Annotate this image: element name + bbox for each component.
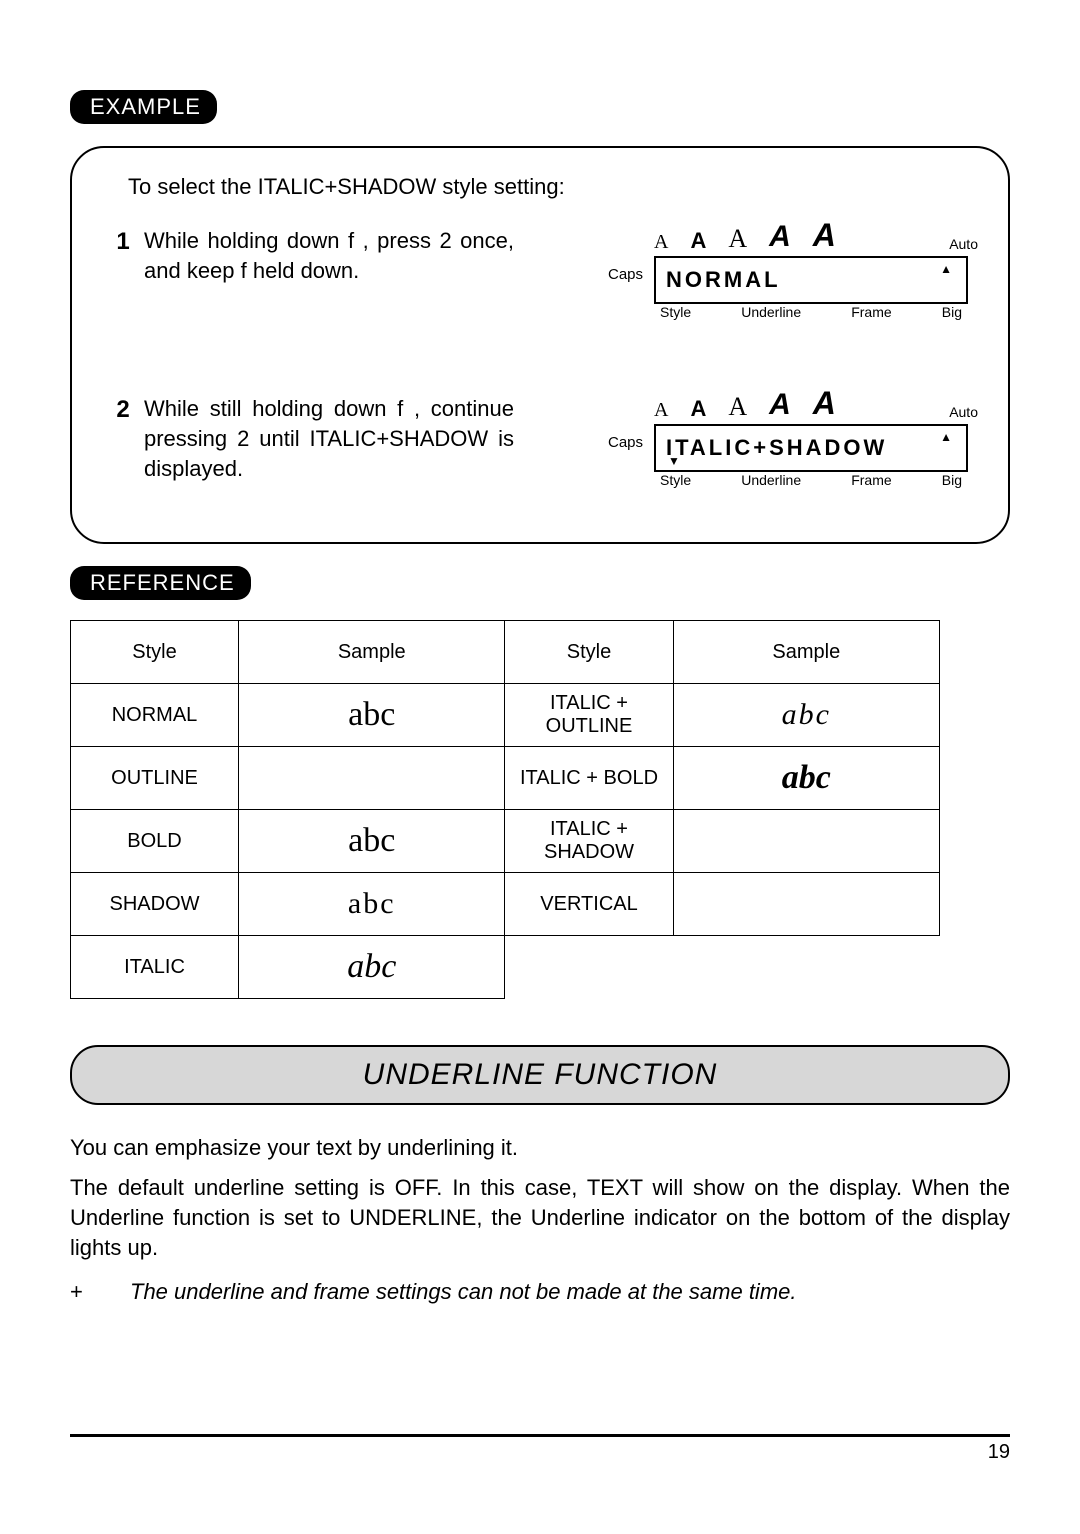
example-box: To select the ITALIC+SHADOW style settin… bbox=[70, 146, 1010, 544]
style-cell: ITALIC + SHADOW bbox=[505, 810, 673, 873]
underline-paragraph-1: You can emphasize your text by underlini… bbox=[70, 1133, 1010, 1163]
lcd-icons: A A A A A bbox=[654, 226, 930, 254]
style-cell: ITALIC + BOLD bbox=[505, 747, 673, 810]
sample-cell: abc bbox=[239, 873, 505, 936]
underline-note: + The underline and frame settings can n… bbox=[70, 1277, 1010, 1307]
step-text: While holding down f , press 2 once, and… bbox=[144, 226, 514, 286]
table-row: BOLD abc ITALIC + SHADOW bbox=[71, 810, 940, 873]
page-number: 19 bbox=[988, 1441, 1010, 1464]
lcd-bottom-underline: Underline bbox=[741, 472, 801, 490]
note-text: The underline and frame settings can not… bbox=[130, 1277, 1010, 1307]
a-glyph-icon: A bbox=[728, 392, 747, 422]
reference-label: REFERENCE bbox=[70, 566, 251, 600]
step-text: While still holding down f , continue pr… bbox=[144, 394, 514, 484]
sample-cell bbox=[673, 810, 939, 873]
sample-cell: abc bbox=[673, 684, 939, 747]
lcd-bottom-underline: Underline bbox=[741, 304, 801, 322]
reference-table: Style Sample Style Sample NORMAL abc ITA… bbox=[70, 620, 940, 999]
table-row: ITALIC abc bbox=[71, 936, 940, 999]
a-glyph-icon: A bbox=[813, 385, 836, 422]
lcd-bottom-frame: Frame bbox=[851, 472, 891, 490]
step-number: 1 bbox=[102, 226, 144, 256]
lcd-icons: A A A A A bbox=[654, 394, 930, 422]
table-row: OUTLINE ITALIC + BOLD abc bbox=[71, 747, 940, 810]
lcd-bottom-big: Big bbox=[942, 472, 962, 490]
header-style: Style bbox=[505, 621, 673, 684]
lcd-bottom-big: Big bbox=[942, 304, 962, 322]
sample-cell bbox=[673, 873, 939, 936]
a-glyph-icon: A bbox=[654, 231, 668, 254]
caps-label: Caps bbox=[608, 434, 643, 451]
auto-label: Auto bbox=[949, 236, 978, 252]
table-row: SHADOW abc VERTICAL bbox=[71, 873, 940, 936]
lcd-text: ITALIC+SHADOW bbox=[666, 435, 887, 461]
lcd-bottom-labels: Style Underline Frame Big bbox=[654, 472, 968, 490]
underline-paragraph-2: The default underline setting is OFF. In… bbox=[70, 1173, 1010, 1263]
caps-label: Caps bbox=[608, 266, 643, 283]
arrow-up-icon: ▲ bbox=[940, 430, 952, 444]
a-glyph-icon: A bbox=[690, 396, 706, 422]
style-cell: VERTICAL bbox=[505, 873, 673, 936]
section-header: UNDERLINE FUNCTION bbox=[70, 1045, 1010, 1105]
sample-cell bbox=[239, 747, 505, 810]
arrow-down-icon: ▼ bbox=[668, 454, 680, 468]
step-row-1: 1 While holding down f , press 2 once, a… bbox=[102, 226, 978, 324]
header-style: Style bbox=[71, 621, 239, 684]
lcd-text: NORMAL bbox=[666, 267, 781, 293]
step-number: 2 bbox=[102, 394, 144, 424]
auto-label: Auto bbox=[949, 404, 978, 420]
lcd-frame: NORMAL ▲ bbox=[654, 256, 968, 304]
sample-cell: abc bbox=[239, 810, 505, 873]
table-header-row: Style Sample Style Sample bbox=[71, 621, 940, 684]
a-glyph-icon: A bbox=[728, 224, 747, 254]
note-marker-icon: + bbox=[70, 1277, 130, 1307]
style-cell: ITALIC + OUTLINE bbox=[505, 684, 673, 747]
lcd-bottom-style: Style bbox=[660, 472, 691, 490]
style-cell: OUTLINE bbox=[71, 747, 239, 810]
header-sample: Sample bbox=[239, 621, 505, 684]
a-glyph-icon: A bbox=[654, 399, 668, 422]
sample-cell: abc bbox=[239, 936, 505, 999]
lcd-bottom-labels: Style Underline Frame Big bbox=[654, 304, 968, 322]
lcd-bottom-frame: Frame bbox=[851, 304, 891, 322]
table-row: NORMAL abc ITALIC + OUTLINE abc bbox=[71, 684, 940, 747]
sample-cell: abc bbox=[673, 747, 939, 810]
a-glyph-icon: A bbox=[769, 220, 791, 254]
a-glyph-icon: A bbox=[813, 217, 836, 254]
style-cell: SHADOW bbox=[71, 873, 239, 936]
a-glyph-icon: A bbox=[690, 228, 706, 254]
lcd-frame: ITALIC+SHADOW ▲ ▼ bbox=[654, 424, 968, 472]
example-intro: To select the ITALIC+SHADOW style settin… bbox=[128, 174, 978, 200]
example-label: EXAMPLE bbox=[70, 90, 217, 124]
sample-cell: abc bbox=[239, 684, 505, 747]
page-footer: 19 bbox=[70, 1434, 1010, 1464]
style-cell: NORMAL bbox=[71, 684, 239, 747]
lcd-display-2: A A A A A Auto Caps ITALIC+SHADOW ▲ ▼ St bbox=[588, 394, 978, 492]
style-cell: ITALIC bbox=[71, 936, 239, 999]
lcd-display-1: A A A A A Auto Caps NORMAL ▲ Style Under bbox=[588, 226, 978, 324]
step-row-2: 2 While still holding down f , continue … bbox=[102, 394, 978, 492]
header-sample: Sample bbox=[673, 621, 939, 684]
a-glyph-icon: A bbox=[769, 388, 791, 422]
style-cell: BOLD bbox=[71, 810, 239, 873]
lcd-bottom-style: Style bbox=[660, 304, 691, 322]
arrow-up-icon: ▲ bbox=[940, 262, 952, 276]
